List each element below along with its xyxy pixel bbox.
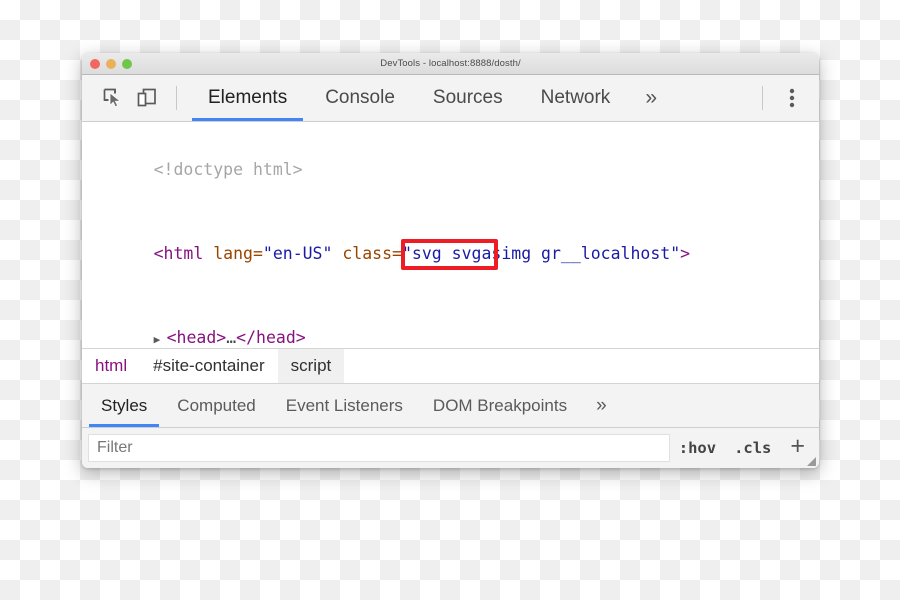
tab-computed[interactable]: Computed bbox=[162, 384, 270, 427]
breadcrumb-item-html[interactable]: html bbox=[82, 349, 140, 383]
breadcrumb-item-site-container[interactable]: #site-container bbox=[140, 349, 278, 383]
minimize-window-button[interactable] bbox=[106, 58, 116, 69]
tab-network-label: Network bbox=[540, 87, 611, 108]
inspect-element-icon[interactable] bbox=[96, 82, 130, 114]
breadcrumb-item-html-label: html bbox=[95, 356, 128, 375]
breadcrumb-item-site-container-label: #site-container bbox=[153, 356, 265, 375]
tab-event-listeners-label: Event Listeners bbox=[285, 395, 403, 415]
html-lang-attr: lang= bbox=[203, 244, 263, 263]
window-title-bar[interactable]: DevTools - localhost:8888/dosth/ bbox=[82, 53, 819, 75]
html-tag-open: <html bbox=[153, 244, 204, 263]
tab-styles[interactable]: Styles bbox=[86, 384, 162, 427]
tab-elements[interactable]: Elements bbox=[189, 75, 306, 121]
doctype-text: <!doctype html> bbox=[153, 160, 303, 179]
styles-filter-bar: :hov .cls + bbox=[82, 428, 819, 468]
dom-tree-panel[interactable]: <!doctype html> <html lang="en-US" class… bbox=[82, 122, 819, 348]
breadcrumb-item-script[interactable]: script bbox=[277, 349, 345, 383]
head-tag-close: </head> bbox=[236, 328, 306, 347]
sidebar-more-tabs-label: » bbox=[596, 394, 607, 416]
window-title: DevTools - localhost:8888/dosth/ bbox=[380, 58, 521, 69]
vertical-dots-icon[interactable] bbox=[775, 82, 809, 114]
breadcrumb: html #site-container script bbox=[82, 348, 819, 384]
sidebar-more-tabs-chevron-icon[interactable]: » bbox=[582, 384, 621, 427]
toolbar-right-group bbox=[750, 82, 809, 114]
tab-event-listeners[interactable]: Event Listeners bbox=[271, 384, 418, 427]
cls-toggle-button[interactable]: .cls bbox=[725, 439, 780, 457]
html-class-value: "svg svgasimg gr__localhost" bbox=[401, 244, 681, 263]
tab-styles-label: Styles bbox=[101, 395, 148, 415]
toolbar-divider bbox=[176, 86, 177, 110]
head-ellipsis: … bbox=[226, 328, 237, 347]
window-controls bbox=[82, 58, 132, 69]
devtools-main-toolbar: Elements Console Sources Network » bbox=[82, 75, 819, 122]
dom-line-head[interactable]: ▶ <head>…</head> bbox=[82, 296, 819, 348]
dom-line-html[interactable]: <html lang="en-US" class="svg svgasimg g… bbox=[82, 212, 819, 296]
add-style-rule-button[interactable]: + bbox=[780, 434, 813, 462]
tab-dom-breakpoints-label: DOM Breakpoints bbox=[432, 395, 568, 415]
tab-network[interactable]: Network bbox=[522, 75, 630, 121]
html-class-attr: class= bbox=[332, 244, 402, 263]
panel-tab-list: Elements Console Sources Network » bbox=[189, 75, 750, 121]
dom-line-doctype[interactable]: <!doctype html> bbox=[82, 128, 819, 212]
html-tag-close: > bbox=[680, 244, 691, 263]
tab-console[interactable]: Console bbox=[306, 75, 414, 121]
add-style-rule-label: + bbox=[790, 432, 805, 460]
tab-sources-label: Sources bbox=[432, 87, 503, 108]
toolbar-divider-right bbox=[762, 86, 763, 110]
head-tag-open: <head> bbox=[166, 328, 227, 347]
hov-toggle-button[interactable]: :hov bbox=[670, 439, 725, 457]
more-tabs-label: » bbox=[645, 86, 657, 109]
hov-toggle-label: :hov bbox=[678, 439, 717, 457]
sidebar-tab-list: Styles Computed Event Listeners DOM Brea… bbox=[82, 384, 819, 428]
tab-console-label: Console bbox=[325, 87, 395, 108]
breadcrumb-item-script-label: script bbox=[290, 356, 332, 375]
maximize-window-button[interactable] bbox=[122, 58, 132, 69]
tab-sources[interactable]: Sources bbox=[414, 75, 522, 121]
filter-input[interactable] bbox=[88, 434, 670, 462]
more-tabs-chevron-icon[interactable]: » bbox=[629, 75, 673, 121]
cls-toggle-label: .cls bbox=[734, 439, 772, 457]
html-lang-value: "en-US" bbox=[262, 244, 333, 263]
expand-head-arrow-icon[interactable]: ▶ bbox=[154, 326, 167, 348]
close-window-button[interactable] bbox=[90, 58, 100, 69]
tab-computed-label: Computed bbox=[177, 395, 256, 415]
tab-elements-label: Elements bbox=[208, 87, 288, 108]
devtools-window: DevTools - localhost:8888/dosth/ Element… bbox=[82, 53, 819, 468]
device-toolbar-icon[interactable] bbox=[130, 82, 164, 114]
tab-dom-breakpoints[interactable]: DOM Breakpoints bbox=[418, 384, 582, 427]
